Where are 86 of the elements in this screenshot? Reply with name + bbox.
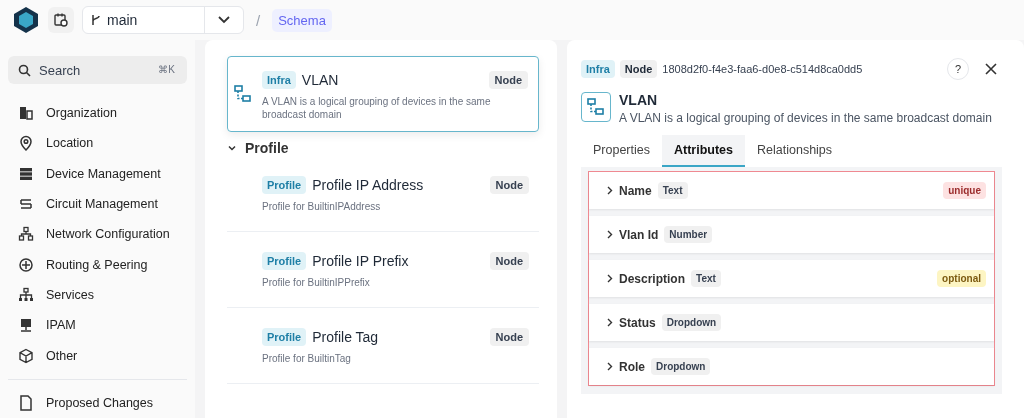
sidebar-item[interactable]: Services — [8, 279, 187, 311]
schema-card[interactable]: Infra VLAN Node A VLAN is a logical grouping of devices in the same broadcast domain — [227, 56, 539, 132]
node-description: Profile for BuiltinIPAddress — [262, 200, 382, 213]
breadcrumb-link[interactable]: Schema — [272, 8, 332, 32]
detail-title: VLAN — [619, 92, 659, 108]
sidebar-item[interactable]: IPAM — [8, 310, 187, 341]
attribute-type: Dropdown — [661, 314, 722, 331]
node-name: VLAN — [301, 72, 339, 88]
chevron-icon — [227, 143, 237, 153]
ipam-icon — [18, 317, 34, 334]
chevron-down-icon[interactable] — [218, 16, 230, 24]
services-icon — [18, 286, 34, 303]
tab[interactable]: Relationships — [745, 135, 845, 167]
close-icon — [985, 63, 997, 75]
sidebar-item[interactable]: Network Configuration — [8, 219, 187, 250]
calendar-clock-button[interactable] — [48, 7, 74, 33]
chevron-right-icon — [607, 318, 613, 327]
schema-card[interactable]: Profile Profile IP Address Node Profile for BuiltinIPAddress — [227, 156, 539, 232]
attribute-row[interactable]: Description Text optional — [589, 260, 994, 297]
building-icon — [18, 105, 34, 122]
chevron-right-icon — [607, 362, 613, 371]
sidebar-item[interactable]: Other — [8, 340, 187, 371]
node-id: 1808d2f0-f4e3-faa6-d0e8-c514d8ca0dd5 — [662, 63, 863, 75]
chevron-right-icon — [607, 274, 613, 283]
server-icon — [18, 165, 34, 182]
namespace-tag: Profile — [262, 328, 307, 346]
attribute-name: Role — [619, 359, 645, 374]
sidebar-item[interactable]: Device Management — [8, 158, 187, 189]
attribute-type: Number — [664, 226, 713, 243]
attribute-row[interactable]: Name Text unique — [589, 172, 994, 209]
attribute-row[interactable]: Role Dropdown — [589, 348, 994, 385]
search-icon — [18, 63, 31, 77]
chevron-right-icon — [607, 186, 613, 195]
sidebar-item[interactable]: Proposed Changes — [8, 387, 187, 418]
sidebar-item[interactable]: Location — [8, 128, 187, 159]
network-icon — [18, 226, 34, 243]
sidebar-item[interactable]: Routing & Peering — [8, 249, 187, 280]
schema-card[interactable]: Profile Profile IP Prefix Node Profile for BuiltinIPPrefix — [227, 232, 539, 308]
shortcut-hint: ⌘K — [158, 64, 175, 75]
node-name: Profile IP Prefix — [312, 253, 409, 269]
node-name: Profile IP Address — [312, 177, 424, 193]
tab[interactable]: Attributes — [662, 135, 745, 167]
namespace-tag: Infra — [262, 71, 296, 89]
detail-description: A VLAN is a logical grouping of devices in the same broadcast domain — [619, 111, 992, 125]
attribute-name: Vlan Id — [619, 227, 659, 242]
routing-icon — [18, 256, 34, 273]
branch-icon — [91, 14, 101, 26]
node-icon — [234, 85, 252, 103]
attribute-name: Description — [619, 271, 685, 286]
namespace-tag: Profile — [262, 252, 307, 270]
logo-icon[interactable] — [12, 6, 40, 34]
attribute-row[interactable]: Vlan Id Number — [589, 216, 994, 253]
type-tag: Node — [488, 71, 528, 89]
type-tag: Node — [489, 252, 529, 270]
help-button[interactable]: ? — [947, 58, 969, 80]
breadcrumb-separator: / — [256, 11, 261, 29]
attribute-type: Text — [691, 270, 721, 287]
attribute-name: Name — [619, 183, 652, 198]
attribute-flag: optional — [937, 270, 986, 287]
branch-selector[interactable]: main — [82, 6, 244, 34]
type-tag: Node — [619, 60, 658, 78]
node-description: Profile for BuiltinTag — [262, 352, 352, 365]
type-tag: Node — [489, 328, 529, 346]
attribute-type: Dropdown — [651, 358, 711, 375]
document-icon — [18, 394, 34, 411]
attribute-type: Text — [657, 182, 688, 199]
node-name: Profile Tag — [312, 329, 379, 345]
tab[interactable]: Properties — [581, 135, 662, 167]
group-header[interactable]: Profile — [227, 132, 539, 156]
namespace-tag: Infra — [581, 60, 615, 78]
node-description: A VLAN is a logical grouping of devices in the same broadcast domain — [262, 95, 492, 121]
type-tag: Node — [489, 176, 529, 194]
calendar-clock-icon — [54, 13, 68, 27]
attribute-flag: unique — [943, 182, 986, 199]
pin-icon — [18, 135, 34, 152]
chevron-right-icon — [607, 230, 613, 239]
namespace-tag: Profile — [262, 176, 307, 194]
branch-name: main — [107, 12, 138, 28]
attribute-row[interactable]: Status Dropdown — [589, 304, 994, 341]
sidebar-item[interactable]: Circuit Management — [8, 188, 187, 220]
attribute-name: Status — [619, 315, 656, 330]
node-description: Profile for BuiltinIPPrefix — [262, 276, 371, 289]
sidebar-item[interactable]: Organization — [8, 98, 187, 129]
schema-card[interactable]: Profile Profile Tag Node Profile for BuiltinTag — [227, 308, 539, 384]
vlan-icon — [587, 98, 605, 116]
cube-icon — [18, 347, 34, 364]
